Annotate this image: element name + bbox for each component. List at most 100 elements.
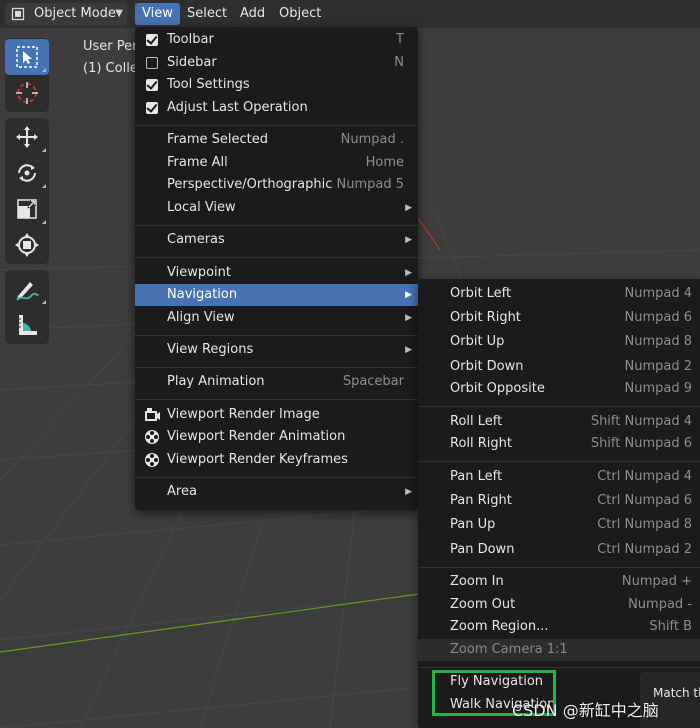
menu-item-label: Viewport Render Animation (167, 429, 346, 444)
object-mode-dropdown[interactable]: Object Mode ▼ (5, 3, 127, 25)
annotate-tool[interactable] (5, 271, 49, 307)
menu-item-label: Roll Right (450, 436, 512, 451)
menu-item-zoom-out[interactable]: Zoom Out Numpad - (418, 594, 700, 616)
menu-item-viewpoint[interactable]: Viewpoint ▶ (135, 262, 418, 284)
menu-item-view-regions[interactable]: View Regions ▶ (135, 339, 418, 361)
menu-item-shortcut: Numpad 9 (624, 381, 692, 396)
scale-tool[interactable] (5, 191, 49, 227)
menu-item-label: Viewport Render Keyframes (167, 452, 348, 467)
menu-item-label: Sidebar (167, 55, 217, 70)
menu-select[interactable]: Select (180, 3, 235, 25)
menu-item-viewport-render-keyframes[interactable]: Viewport Render Keyframes (135, 449, 418, 471)
menu-item-area[interactable]: Area ▶ (135, 481, 418, 503)
checkbox-checked-icon (146, 102, 158, 114)
menu-item-shortcut: Numpad 6 (624, 310, 692, 325)
menu-item-label: Pan Up (450, 517, 496, 532)
menu-item-label: Navigation (167, 287, 238, 302)
menu-add[interactable]: Add (233, 3, 273, 25)
submenu-arrow-icon: ▶ (405, 290, 412, 300)
menu-item-label: Align View (167, 310, 235, 325)
menu-item-label: Orbit Right (450, 310, 521, 325)
tool-group-select (5, 38, 49, 112)
view-menu: Toolbar T Sidebar N Tool Settings Adjust… (135, 27, 418, 510)
move-tool[interactable] (5, 119, 49, 155)
menu-item-play-animation[interactable]: Play Animation Spacebar (135, 371, 418, 393)
menu-item-roll-right[interactable]: Roll Right Shift Numpad 6 (418, 433, 700, 455)
tool-group-annotate (5, 270, 49, 344)
menu-item-pan-down[interactable]: Pan Down Ctrl Numpad 2 (418, 539, 700, 561)
menu-item-shortcut: Ctrl Numpad 4 (597, 469, 692, 484)
cursor-tool[interactable] (5, 75, 49, 111)
transform-icon (15, 233, 39, 257)
menu-item-navigation[interactable]: Navigation ▶ (135, 284, 418, 306)
menu-object[interactable]: Object (272, 3, 329, 25)
chevron-down-icon: ▼ (115, 8, 123, 19)
menu-item-orbit-up[interactable]: Orbit Up Numpad 8 (418, 331, 700, 353)
menu-item-shortcut: Numpad 4 (624, 286, 692, 301)
menu-item-label: Frame Selected (167, 132, 268, 147)
menu-item-orbit-down[interactable]: Orbit Down Numpad 2 (418, 356, 700, 378)
menu-item-shortcut: Ctrl Numpad 2 (597, 542, 692, 557)
menu-item-orbit-opposite[interactable]: Orbit Opposite Numpad 9 (418, 378, 700, 400)
menu-item-shortcut: Numpad 5 (336, 177, 404, 192)
annotate-icon (16, 282, 39, 301)
menu-item-perspective-orthographic[interactable]: Perspective/Orthographic Numpad 5 (135, 174, 418, 196)
menu-item-pan-right[interactable]: Pan Right Ctrl Numpad 6 (418, 490, 700, 512)
menu-item-frame-selected[interactable]: Frame Selected Numpad . (135, 129, 418, 151)
menu-item-label: Perspective/Orthographic (167, 177, 333, 192)
menu-item-align-view[interactable]: Align View ▶ (135, 307, 418, 329)
menu-item-cameras[interactable]: Cameras ▶ (135, 229, 418, 251)
menu-item-pan-left[interactable]: Pan Left Ctrl Numpad 4 (418, 466, 700, 488)
checkbox-checked-icon (146, 34, 158, 46)
checkbox-unchecked-icon (146, 57, 158, 69)
menu-item-tool-settings[interactable]: Tool Settings (135, 74, 418, 96)
menu-item-shortcut: Ctrl Numpad 8 (597, 517, 692, 532)
menu-item-zoom-in[interactable]: Zoom In Numpad + (418, 571, 700, 593)
submenu-arrow-icon: ▶ (405, 268, 412, 278)
menu-item-viewport-render-animation[interactable]: Viewport Render Animation (135, 426, 418, 448)
submenu-arrow-icon: ▶ (405, 345, 412, 355)
menu-item-local-view[interactable]: Local View ▶ (135, 197, 418, 219)
menu-item-viewport-render-image[interactable]: Viewport Render Image (135, 404, 418, 426)
menu-item-shortcut: Ctrl Numpad 6 (597, 493, 692, 508)
menu-item-orbit-right[interactable]: Orbit Right Numpad 6 (418, 307, 700, 329)
viewport-header: Object Mode ▼ View Select Add Object (0, 0, 700, 28)
menu-view[interactable]: View (135, 3, 180, 25)
menu-item-frame-all[interactable]: Frame All Home (135, 152, 418, 174)
menu-item-label: Play Animation (167, 374, 265, 389)
menu-item-label: Zoom In (450, 574, 504, 589)
menu-item-label: Zoom Region... (450, 619, 549, 634)
menu-item-pan-up[interactable]: Pan Up Ctrl Numpad 8 (418, 514, 700, 536)
menu-item-zoom-region[interactable]: Zoom Region... Shift B (418, 616, 700, 638)
measure-tool[interactable] (5, 307, 49, 343)
menu-item-label: Pan Right (450, 493, 512, 508)
tool-shelf (5, 38, 49, 350)
menu-item-label: Zoom Out (450, 597, 516, 612)
menu-separator (135, 399, 418, 400)
menu-item-label: Toolbar (167, 32, 214, 47)
match-label: Match th (653, 686, 700, 700)
menu-item-adjust-last-operation[interactable]: Adjust Last Operation (135, 97, 418, 119)
menu-item-label: Area (167, 484, 197, 499)
menu-item-shortcut: Numpad . (340, 132, 404, 147)
menu-item-label: Frame All (167, 155, 228, 170)
transform-tool[interactable] (5, 227, 49, 263)
menu-item-label: Orbit Up (450, 334, 505, 349)
menu-item-label: Viewport Render Image (167, 407, 320, 422)
select-box-tool[interactable] (5, 39, 49, 75)
menu-separator (135, 335, 418, 336)
menu-item-toolbar[interactable]: Toolbar T (135, 29, 418, 51)
menu-item-roll-left[interactable]: Roll Left Shift Numpad 4 (418, 411, 700, 433)
menu-item-sidebar[interactable]: Sidebar N (135, 52, 418, 74)
submenu-arrow-icon: ▶ (405, 203, 412, 213)
render-keyframes-icon (145, 453, 159, 467)
object-mode-icon (11, 7, 25, 29)
menu-item-shortcut: Shift B (649, 619, 692, 634)
menu-item-shortcut: T (396, 32, 404, 47)
menu-item-orbit-left[interactable]: Orbit Left Numpad 4 (418, 283, 700, 305)
menu-separator (135, 125, 418, 126)
rotate-tool[interactable] (5, 155, 49, 191)
menu-separator (135, 367, 418, 368)
menu-separator (135, 225, 418, 226)
menu-item-shortcut: Home (365, 155, 404, 170)
